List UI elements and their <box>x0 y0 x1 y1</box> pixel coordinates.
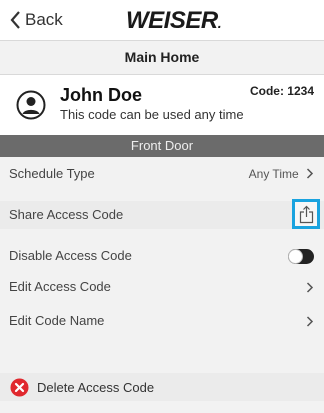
delete-x-icon <box>10 378 29 396</box>
user-description: This code can be used any time <box>60 107 244 122</box>
section-header-front-door: Front Door <box>0 135 324 157</box>
top-bar: Back WEISER. <box>0 0 324 41</box>
page-title: Main Home <box>0 41 324 75</box>
logo-dot: . <box>217 15 222 31</box>
user-card: John Doe This code can be used any time … <box>0 75 324 135</box>
share-access-code-row[interactable]: Share Access Code <box>0 199 324 229</box>
user-code: Code: 1234 <box>249 84 314 98</box>
user-avatar-icon <box>16 90 46 120</box>
user-name: John Doe <box>60 85 143 105</box>
delete-access-code-button[interactable]: Delete Access Code <box>0 373 324 401</box>
schedule-type-value: Any Time <box>248 167 299 181</box>
toggle-knob <box>288 249 303 264</box>
edit-access-code-label: Edit Access Code <box>9 279 111 294</box>
edit-code-name-label: Edit Code Name <box>9 313 105 328</box>
schedule-type-label: Schedule Type <box>9 166 95 181</box>
disable-access-code-row: Disable Access Code <box>0 242 324 270</box>
share-access-code-label: Share Access Code <box>9 207 124 222</box>
edit-code-name-row[interactable]: Edit Code Name <box>0 307 324 335</box>
schedule-type-value-group: Any Time <box>249 160 314 188</box>
weiser-logo: WEISER. <box>126 7 222 35</box>
chevron-left-icon <box>10 11 20 29</box>
chevron-right-icon <box>306 168 314 179</box>
disable-access-code-toggle[interactable] <box>288 249 314 264</box>
edit-access-code-row[interactable]: Edit Access Code <box>0 273 324 301</box>
delete-access-code-label: Delete Access Code <box>37 379 155 395</box>
chevron-right-icon <box>306 282 314 293</box>
back-label: Back <box>25 10 63 29</box>
share-icon <box>299 205 313 223</box>
chevron-right-icon <box>306 316 314 327</box>
schedule-type-row[interactable]: Schedule Type Any Time <box>0 160 324 188</box>
disable-access-code-label: Disable Access Code <box>9 248 132 263</box>
back-button[interactable]: Back <box>10 9 63 31</box>
share-button[interactable] <box>292 199 320 229</box>
logo-text: WEISER <box>126 7 218 34</box>
